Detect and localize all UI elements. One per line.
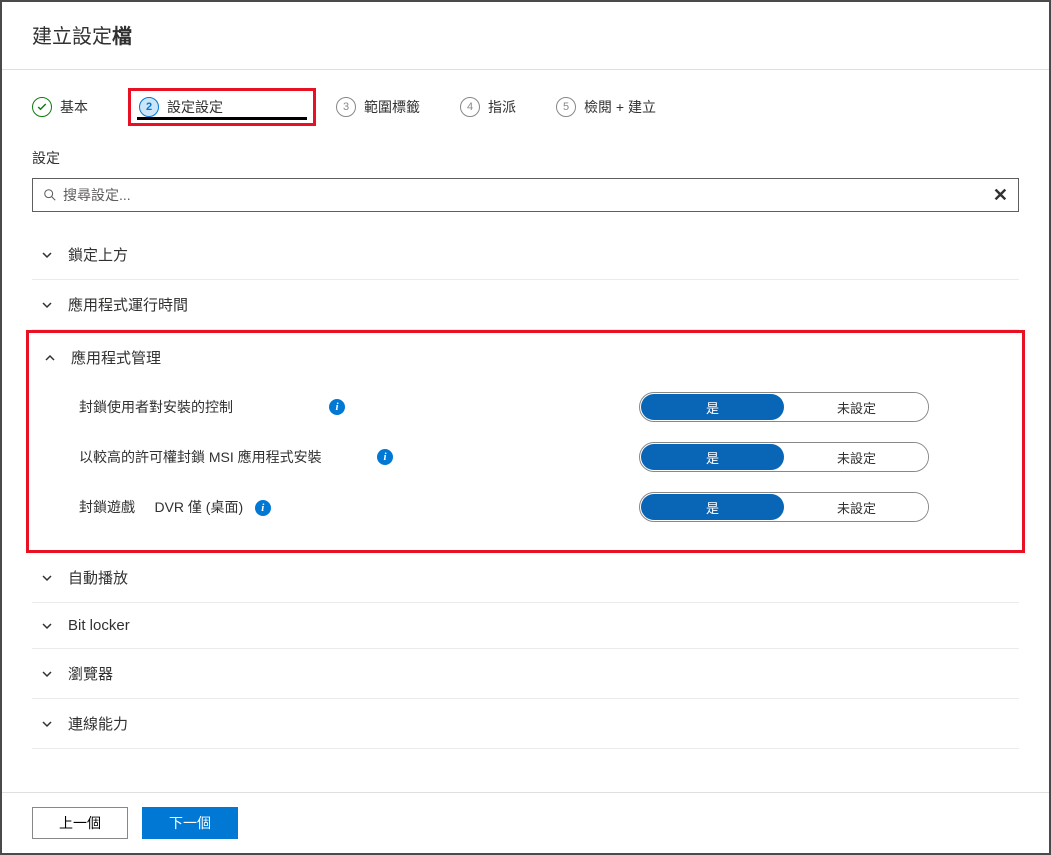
search-input[interactable]: [63, 187, 993, 203]
step-label: 範圍標籤: [364, 97, 420, 117]
toggle-group[interactable]: 是 未設定: [639, 492, 929, 522]
search-box[interactable]: ✕: [32, 178, 1019, 212]
section-browser[interactable]: 瀏覽器: [32, 649, 1019, 698]
section-autoplay[interactable]: 自動播放: [32, 553, 1019, 602]
chevron-down-icon: [40, 718, 54, 730]
info-icon[interactable]: i: [255, 500, 271, 516]
setting-row: 封鎖遊戲 DVR 僅 (桌面) i 是 未設定: [35, 482, 1016, 532]
setting-label: 以較高的許可權封鎖 MSI 應用程式安裝: [79, 447, 329, 468]
clear-icon[interactable]: ✕: [993, 185, 1008, 206]
step-number-icon: 4: [460, 97, 480, 117]
info-icon[interactable]: i: [377, 449, 393, 465]
section-app-runtime[interactable]: 應用程式運行時間: [32, 280, 1019, 329]
highlighted-section: 應用程式管理 封鎖使用者對安裝的控制 i 是 未設定 以較高的許可權封鎖 MSI…: [26, 330, 1025, 553]
section-connectivity[interactable]: 連線能力: [32, 699, 1019, 748]
wizard-steps: 基本 2 設定設定 3 範圍標籤 4 指派 5 檢閱 + 建立: [2, 70, 1049, 136]
toggle-unset[interactable]: 未設定: [785, 493, 928, 521]
next-button[interactable]: 下一個: [142, 807, 238, 839]
toggle-yes[interactable]: 是: [641, 394, 784, 420]
setting-label: 封鎖遊戲 DVR 僅 (桌面) i: [79, 497, 329, 518]
step-assign[interactable]: 4 指派: [460, 97, 516, 117]
section-title: Bit locker: [68, 617, 130, 634]
step-review[interactable]: 5 檢閱 + 建立: [556, 97, 656, 117]
step-label: 基本: [60, 97, 88, 117]
setting-label: 封鎖使用者對安裝的控制: [79, 397, 329, 418]
settings-heading: 設定: [2, 136, 1049, 178]
setting-row: 以較高的許可權封鎖 MSI 應用程式安裝 i 是 未設定: [35, 432, 1016, 482]
toggle-group[interactable]: 是 未設定: [639, 442, 929, 472]
section-app-management[interactable]: 應用程式管理: [35, 333, 1016, 382]
chevron-up-icon: [43, 352, 57, 364]
toggle-unset[interactable]: 未設定: [785, 443, 928, 471]
section-title: 連線能力: [68, 713, 128, 734]
toggle-yes[interactable]: 是: [641, 444, 784, 470]
step-scope-tags[interactable]: 3 範圍標籤: [336, 97, 420, 117]
toggle-yes[interactable]: 是: [641, 494, 784, 520]
chevron-down-icon: [40, 668, 54, 680]
chevron-down-icon: [40, 249, 54, 261]
toggle-unset[interactable]: 未設定: [785, 393, 928, 421]
section-title: 應用程式管理: [71, 347, 161, 368]
chevron-down-icon: [40, 299, 54, 311]
section-title: 鎖定上方: [68, 244, 128, 265]
section-title: 瀏覽器: [68, 663, 113, 684]
section-title: 自動播放: [68, 567, 128, 588]
step-label: 檢閱 + 建立: [584, 97, 656, 117]
step-label: 設定設定: [167, 97, 223, 117]
page-title: 建立設定檔: [2, 2, 1049, 69]
section-lock-above[interactable]: 鎖定上方: [32, 230, 1019, 279]
search-icon: [43, 188, 57, 202]
section-title: 應用程式運行時間: [68, 294, 188, 315]
step-settings[interactable]: 2 設定設定: [128, 88, 316, 126]
step-number-icon: 5: [556, 97, 576, 117]
step-number-icon: 2: [139, 97, 159, 117]
chevron-down-icon: [40, 620, 54, 632]
step-basic[interactable]: 基本: [32, 97, 88, 117]
section-bitlocker[interactable]: Bit locker: [32, 603, 1019, 648]
check-icon: [32, 97, 52, 117]
setting-row: 封鎖使用者對安裝的控制 i 是 未設定: [35, 382, 1016, 432]
footer: 上一個 下一個: [2, 792, 1049, 853]
toggle-group[interactable]: 是 未設定: [639, 392, 929, 422]
info-icon[interactable]: i: [329, 399, 345, 415]
prev-button[interactable]: 上一個: [32, 807, 128, 839]
chevron-down-icon: [40, 572, 54, 584]
step-number-icon: 3: [336, 97, 356, 117]
step-label: 指派: [488, 97, 516, 117]
